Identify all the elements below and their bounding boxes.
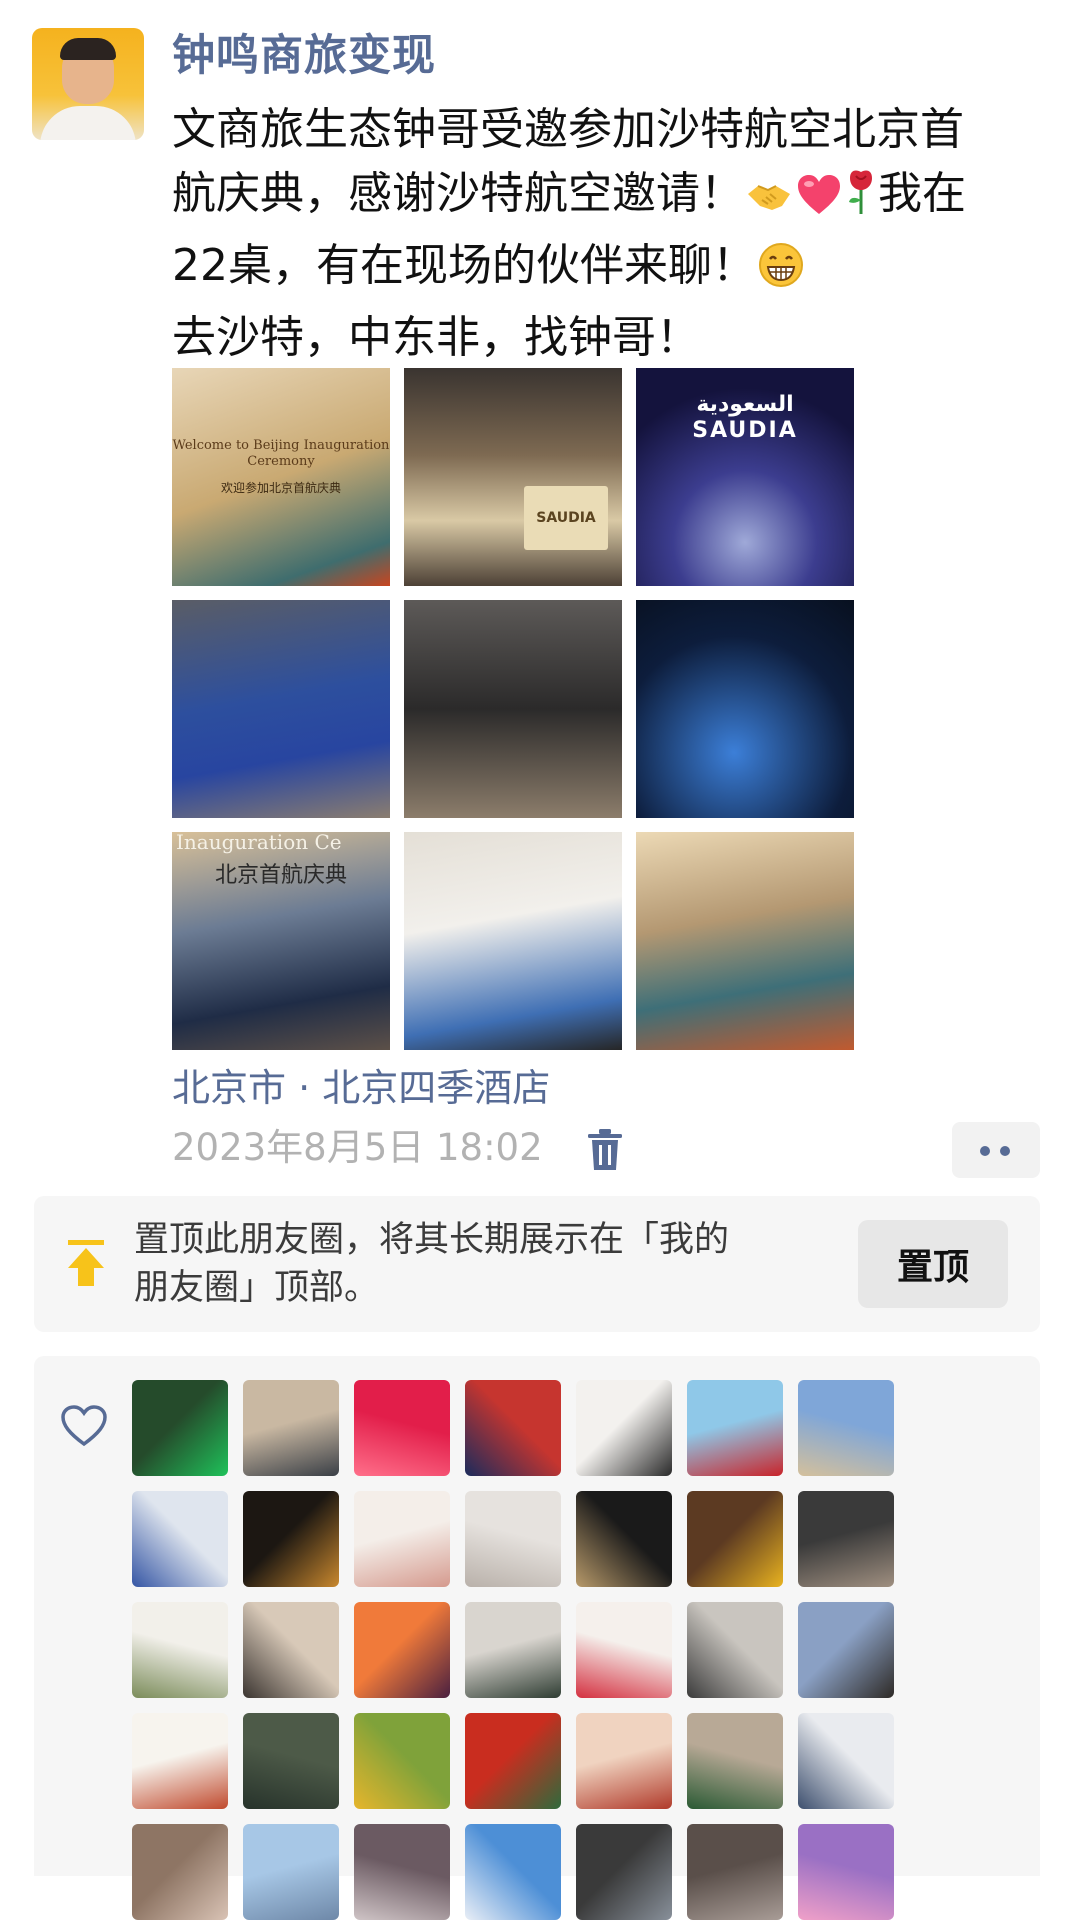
post-timestamp: 2023年8月5日 18:02 [172, 1126, 543, 1169]
liker-avatar[interactable] [354, 1380, 450, 1476]
liker-avatar[interactable] [465, 1713, 561, 1809]
photo-flight-attendants[interactable] [172, 600, 390, 818]
liker-avatar[interactable] [687, 1380, 783, 1476]
liker-avatar[interactable] [687, 1602, 783, 1698]
pin-to-top-button[interactable]: 置顶 [858, 1220, 1008, 1308]
liker-avatar[interactable] [243, 1380, 339, 1476]
post-text-segment: 航庆典，感谢沙特航空邀请！ [172, 168, 744, 219]
likers-avatar-grid [132, 1380, 902, 1920]
liker-avatar[interactable] [132, 1491, 228, 1587]
liker-avatar[interactable] [798, 1491, 894, 1587]
pin-prompt-text: 置顶此朋友圈，将其长期展示在「我的朋友圈」顶部。 [134, 1220, 730, 1308]
liker-avatar[interactable] [687, 1491, 783, 1587]
saudia-logo-en: SAUDIA [692, 418, 798, 443]
likes-section [34, 1356, 1040, 1920]
heart-emoji-icon [796, 170, 842, 234]
post-text-line: 文商旅生态钟哥受邀参加沙特航空北京首 [172, 104, 964, 155]
photo-light-tunnel[interactable]: السعودية SAUDIA [636, 368, 854, 586]
liker-avatar[interactable] [798, 1824, 894, 1920]
liker-avatar[interactable] [798, 1380, 894, 1476]
author-avatar[interactable] [32, 28, 144, 140]
photo-caption-en: Welcome to Beijing Inauguration Ceremony [172, 438, 390, 469]
liker-avatar[interactable] [465, 1602, 561, 1698]
liker-avatar[interactable] [465, 1824, 561, 1920]
liker-avatar[interactable] [132, 1602, 228, 1698]
rose-emoji-icon [846, 168, 876, 234]
photo-venue-entrance[interactable]: SAUDIA [404, 368, 622, 586]
grin-emoji-icon [758, 242, 804, 306]
liker-avatar[interactable] [243, 1824, 339, 1920]
photo-caption-cn: 北京首航庆典 [214, 863, 347, 888]
post-text-line: 22桌，有在现场的伙伴来聊！ [172, 234, 1052, 306]
liker-avatar[interactable] [687, 1713, 783, 1809]
avatar-hair [60, 38, 116, 60]
photo-stage-photo[interactable] [636, 832, 854, 1050]
liker-avatar[interactable] [243, 1491, 339, 1587]
more-dot-icon [1000, 1146, 1010, 1156]
liker-avatar[interactable] [243, 1602, 339, 1698]
liker-avatar[interactable] [132, 1824, 228, 1920]
liker-avatar[interactable] [798, 1602, 894, 1698]
photo-fan-gift[interactable]: Inauguration Ce 北京首航庆典 [172, 832, 390, 1050]
post-text-segment: 22桌，有在现场的伙伴来聊！ [172, 240, 756, 291]
photo-caption-en: Inauguration Ce [176, 832, 342, 854]
liker-avatar[interactable] [576, 1824, 672, 1920]
photo-welcome-board[interactable]: Welcome to Beijing Inauguration Ceremony… [172, 368, 390, 586]
liker-avatar[interactable] [576, 1713, 672, 1809]
liker-avatar[interactable] [354, 1713, 450, 1809]
liker-avatar[interactable] [354, 1602, 450, 1698]
photo-night-city-selfie[interactable] [636, 600, 854, 818]
post-text-segment: 我在 [878, 168, 966, 219]
pin-to-top-icon [64, 1236, 108, 1290]
photo-selfie-with-guest[interactable] [404, 832, 622, 1050]
liker-avatar[interactable] [687, 1824, 783, 1920]
post-text-line: 去沙特，中东非，找钟哥！ [172, 312, 700, 363]
more-actions-button[interactable] [952, 1122, 1040, 1178]
photo-grid: Welcome to Beijing Inauguration Ceremony… [172, 368, 856, 1052]
liker-avatar[interactable] [132, 1380, 228, 1476]
location-link[interactable]: 北京市 · 北京四季酒店 [172, 1060, 550, 1116]
post-text: 文商旅生态钟哥受邀参加沙特航空北京首 航庆典，感谢沙特航空邀请！ 我在 22桌，… [172, 98, 1052, 370]
more-dot-icon [980, 1146, 990, 1156]
delete-icon[interactable] [586, 1128, 624, 1172]
photo-coffee-pourers[interactable] [404, 600, 622, 818]
handshake-emoji-icon [746, 170, 792, 234]
liker-avatar[interactable] [576, 1491, 672, 1587]
liker-avatar[interactable] [243, 1713, 339, 1809]
liker-avatar[interactable] [798, 1713, 894, 1809]
photo-caption-cn: 欢迎参加北京首航庆典 [220, 481, 341, 495]
liker-avatar[interactable] [354, 1824, 450, 1920]
liker-avatar[interactable] [354, 1491, 450, 1587]
pin-prompt-card: 置顶此朋友圈，将其长期展示在「我的朋友圈」顶部。 置顶 [34, 1196, 1040, 1332]
heart-outline-icon [60, 1404, 108, 1448]
liker-avatar[interactable] [465, 1491, 561, 1587]
liker-avatar[interactable] [465, 1380, 561, 1476]
saudia-logo-ar: السعودية [696, 392, 794, 417]
liker-avatar[interactable] [576, 1602, 672, 1698]
author-name[interactable]: 钟鸣商旅变现 [172, 28, 436, 84]
avatar-shirt [40, 106, 136, 140]
post-text-line: 航庆典，感谢沙特航空邀请！ 我在 [172, 162, 1052, 234]
saudia-sign: SAUDIA [524, 486, 608, 550]
liker-avatar[interactable] [576, 1380, 672, 1476]
liker-avatar[interactable] [132, 1713, 228, 1809]
